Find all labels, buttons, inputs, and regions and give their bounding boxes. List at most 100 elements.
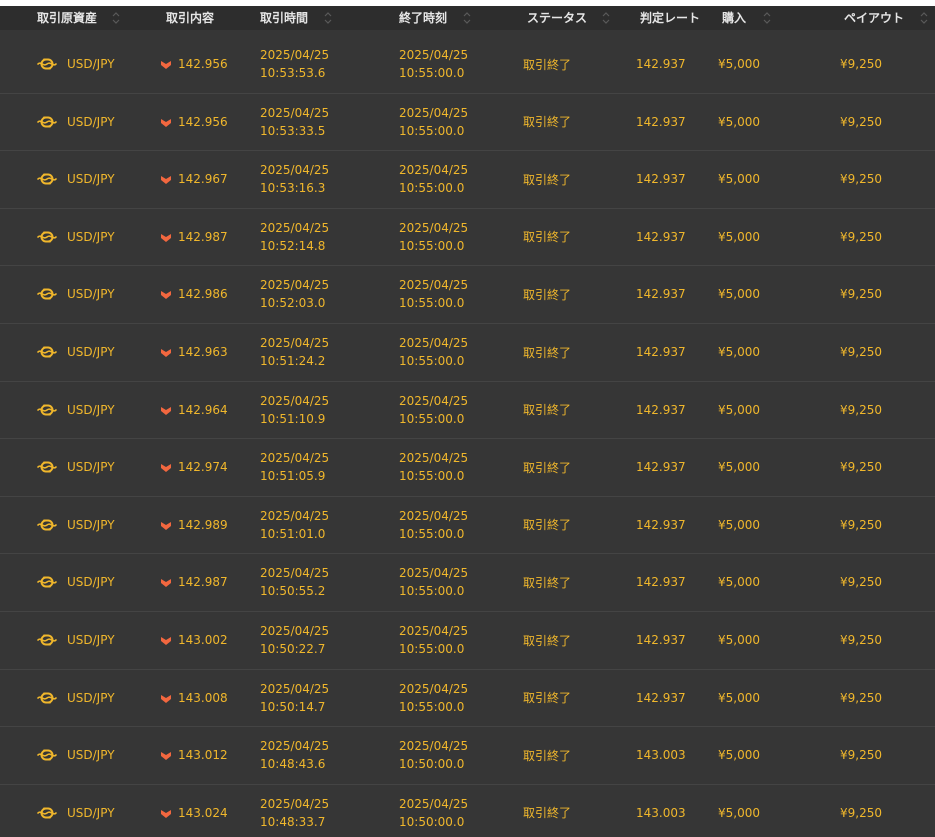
header-status[interactable]: ステータス xyxy=(527,6,587,30)
entry-cell: 143.008 xyxy=(161,670,228,726)
entry-rate: 142.967 xyxy=(178,172,228,187)
header-payout[interactable]: ペイアウト xyxy=(844,6,904,30)
sort-updown-icon[interactable] xyxy=(324,10,332,26)
trade-time-cell: 2025/04/25 10:51:10.9 xyxy=(260,382,329,438)
entry-cell: 142.987 xyxy=(161,554,228,610)
asset-cell: USD/JPY xyxy=(36,439,115,495)
purchase-amount: ¥5,000 xyxy=(718,517,760,532)
end-clock: 10:55:00.0 xyxy=(399,469,465,484)
table-row[interactable]: USD/JPY 142.987 2025/04/25 10:50:55.2 20… xyxy=(0,554,935,612)
entry-cell: 143.024 xyxy=(161,785,228,837)
trade-time-cell: 2025/04/25 10:48:33.7 xyxy=(260,785,329,837)
asset-cell: USD/JPY xyxy=(36,266,115,322)
payout-cell: ¥9,250 xyxy=(840,94,882,150)
purchase-cell: ¥5,000 xyxy=(718,94,760,150)
table-row[interactable]: USD/JPY 142.989 2025/04/25 10:51:01.0 20… xyxy=(0,497,935,555)
trade-time-cell: 2025/04/25 10:52:03.0 xyxy=(260,266,329,322)
sort-updown-icon[interactable] xyxy=(602,10,610,26)
header-end-time[interactable]: 終了時刻 xyxy=(399,6,447,30)
status-badge: 取引終了 xyxy=(523,518,572,533)
end-time-cell: 2025/04/25 10:55:00.0 xyxy=(399,36,468,92)
table-row[interactable]: USD/JPY 143.024 2025/04/25 10:48:33.7 20… xyxy=(0,785,935,837)
trade-date: 2025/04/25 xyxy=(260,220,330,235)
end-date: 2025/04/25 xyxy=(399,796,469,811)
end-date: 2025/04/25 xyxy=(399,508,469,523)
payout-amount: ¥9,250 xyxy=(840,460,882,475)
trade-date: 2025/04/25 xyxy=(260,451,330,466)
asset-label: USD/JPY xyxy=(67,229,115,244)
end-time-cell: 2025/04/25 10:55:00.0 xyxy=(399,209,468,265)
status-badge: 取引終了 xyxy=(523,460,572,475)
table-row[interactable]: USD/JPY 142.967 2025/04/25 10:53:16.3 20… xyxy=(0,151,935,209)
end-date: 2025/04/25 xyxy=(399,278,469,293)
asset-label: USD/JPY xyxy=(67,57,115,71)
purchase-cell: ¥5,000 xyxy=(718,324,760,380)
end-clock: 10:55:00.0 xyxy=(399,584,465,599)
trade-time-cell: 2025/04/25 10:53:33.5 xyxy=(260,94,329,150)
purchase-cell: ¥5,000 xyxy=(718,670,760,726)
down-arrow-icon xyxy=(161,462,171,473)
status-badge: 取引終了 xyxy=(523,287,572,302)
header-purchase[interactable]: 購入 xyxy=(722,6,746,30)
trade-time-cell: 2025/04/25 10:51:05.9 xyxy=(260,439,329,495)
trade-date: 2025/04/25 xyxy=(260,393,330,408)
table-row[interactable]: USD/JPY 142.956 2025/04/25 10:53:53.6 20… xyxy=(0,36,935,94)
sort-updown-icon[interactable] xyxy=(463,10,471,26)
payout-amount: ¥9,250 xyxy=(840,345,882,359)
judgment-rate: 142.937 xyxy=(636,57,686,71)
end-time-cell: 2025/04/25 10:50:00.0 xyxy=(399,785,468,837)
rate-cell: 142.937 xyxy=(636,612,686,668)
payout-cell: ¥9,250 xyxy=(840,554,882,610)
down-arrow-icon xyxy=(161,59,171,69)
header-rate: 判定レート xyxy=(640,11,701,25)
currency-link-icon xyxy=(36,402,58,418)
table-row[interactable]: USD/JPY 142.956 2025/04/25 10:53:33.5 20… xyxy=(0,94,935,152)
asset-cell: USD/JPY xyxy=(36,151,115,207)
table-row[interactable]: USD/JPY 142.963 2025/04/25 10:51:24.2 20… xyxy=(0,324,935,382)
judgment-rate: 142.937 xyxy=(636,690,686,705)
header-asset[interactable]: 取引原資産 xyxy=(37,6,97,30)
payout-amount: ¥9,250 xyxy=(840,229,882,244)
payout-amount: ¥9,250 xyxy=(840,748,882,763)
purchase-cell: ¥5,000 xyxy=(718,382,760,438)
payout-amount: ¥9,250 xyxy=(840,805,882,820)
asset-label: USD/JPY xyxy=(67,172,115,187)
end-clock: 10:55:00.0 xyxy=(399,123,465,138)
sort-updown-icon[interactable] xyxy=(920,10,928,26)
table-row[interactable]: USD/JPY 142.974 2025/04/25 10:51:05.9 20… xyxy=(0,439,935,497)
status-badge: 取引終了 xyxy=(523,633,572,648)
rate-cell: 142.937 xyxy=(636,209,686,265)
table-row[interactable]: USD/JPY 143.002 2025/04/25 10:50:22.7 20… xyxy=(0,612,935,670)
trade-time-cell: 2025/04/25 10:50:55.2 xyxy=(260,554,329,610)
table-row[interactable]: USD/JPY 142.964 2025/04/25 10:51:10.9 20… xyxy=(0,382,935,440)
purchase-cell: ¥5,000 xyxy=(718,151,760,207)
rate-cell: 143.003 xyxy=(636,727,686,783)
currency-link-icon xyxy=(36,690,58,706)
status-cell: 取引終了 xyxy=(523,497,571,553)
purchase-cell: ¥5,000 xyxy=(718,554,760,610)
trade-time-cell: 2025/04/25 10:53:53.6 xyxy=(260,36,329,92)
end-time-cell: 2025/04/25 10:55:00.0 xyxy=(399,612,468,668)
entry-cell: 142.956 xyxy=(161,94,228,150)
table-row[interactable]: USD/JPY 143.008 2025/04/25 10:50:14.7 20… xyxy=(0,670,935,728)
entry-rate: 143.008 xyxy=(178,690,228,705)
sort-updown-icon[interactable] xyxy=(763,10,771,26)
trade-clock: 10:51:24.2 xyxy=(260,354,326,368)
table-row[interactable]: USD/JPY 143.012 2025/04/25 10:48:43.6 20… xyxy=(0,727,935,785)
status-badge: 取引終了 xyxy=(523,57,572,72)
payout-amount: ¥9,250 xyxy=(840,633,882,647)
asset-label: USD/JPY xyxy=(67,805,115,820)
trade-date: 2025/04/25 xyxy=(260,508,330,523)
status-cell: 取引終了 xyxy=(523,612,571,668)
table-row[interactable]: USD/JPY 142.986 2025/04/25 10:52:03.0 20… xyxy=(0,266,935,324)
asset-label: USD/JPY xyxy=(67,287,115,302)
header-time[interactable]: 取引時間 xyxy=(260,6,308,30)
status-badge: 取引終了 xyxy=(523,115,572,130)
trade-time-cell: 2025/04/25 10:51:24.2 xyxy=(260,324,329,380)
sort-updown-icon[interactable] xyxy=(112,10,120,26)
trade-clock: 10:50:55.2 xyxy=(260,584,326,599)
currency-link-icon xyxy=(36,517,58,533)
trade-time-cell: 2025/04/25 10:48:43.6 xyxy=(260,727,329,783)
table-row[interactable]: USD/JPY 142.987 2025/04/25 10:52:14.8 20… xyxy=(0,209,935,267)
end-date: 2025/04/25 xyxy=(399,220,469,235)
